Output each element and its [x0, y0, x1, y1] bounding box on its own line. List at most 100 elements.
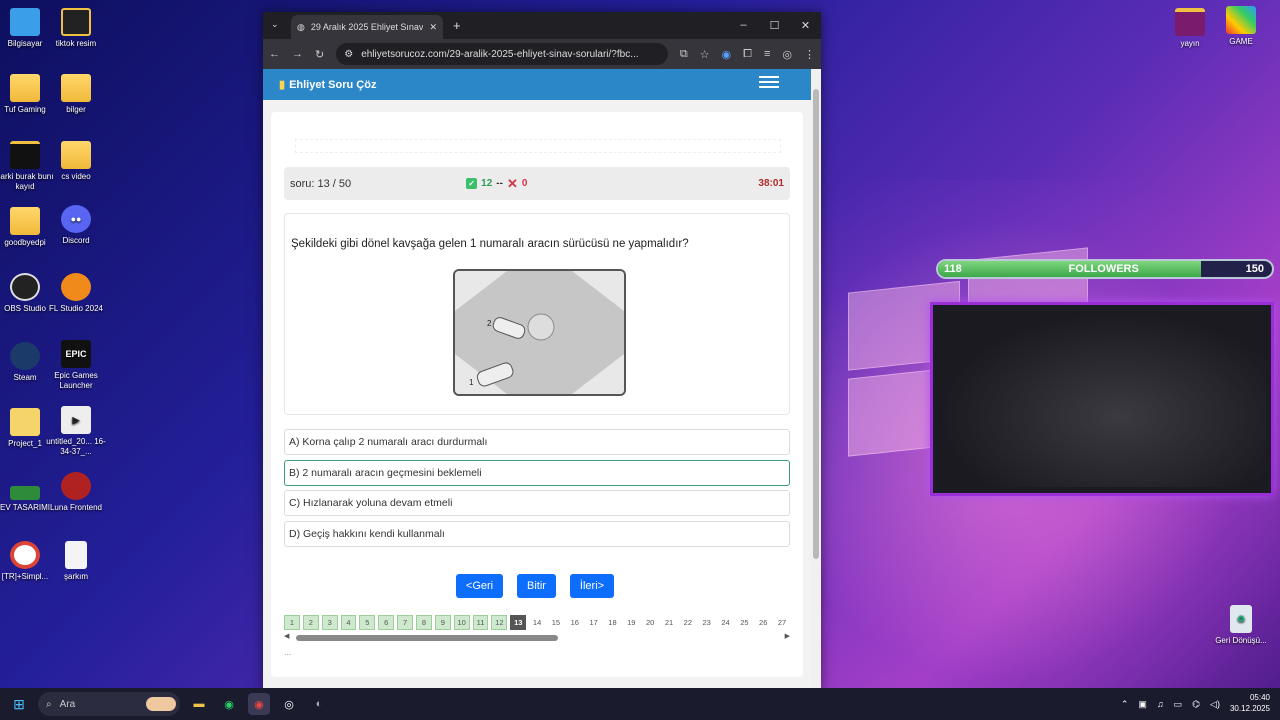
tray-app-icon[interactable]: ▣: [1138, 699, 1147, 710]
pager-scroll-thumb[interactable]: [296, 635, 558, 641]
page-number-button[interactable]: 2: [302, 615, 319, 630]
page-number-button[interactable]: 15: [548, 615, 564, 630]
epic-games-icon: EPIC: [61, 340, 91, 368]
page-number-button[interactable]: 20: [642, 615, 658, 630]
page-number-button[interactable]: 14: [529, 615, 545, 630]
back-arrow-icon[interactable]: ←: [269, 48, 280, 60]
start-windows-icon[interactable]: ⊞: [8, 693, 30, 715]
page-number-button[interactable]: 6: [378, 615, 395, 630]
recycle-bin-icon: ♻: [1230, 605, 1252, 633]
page-number-button[interactable]: 1: [284, 615, 300, 630]
answer-option[interactable]: A) Korna çalıp 2 numaralı aracı durdurma…: [284, 429, 790, 455]
chrome-taskbar-icon[interactable]: ◉: [248, 693, 270, 715]
page-number-button[interactable]: 19: [623, 615, 639, 630]
scroll-right-icon[interactable]: ▶: [785, 632, 790, 640]
page-number-button[interactable]: 11: [472, 615, 489, 630]
page-number-button[interactable]: 27: [774, 615, 790, 630]
scroll-left-icon[interactable]: ◀: [284, 632, 289, 640]
desktop-icon-luna[interactable]: Luna Frontend: [43, 472, 109, 513]
page-number-button[interactable]: 9: [434, 615, 451, 630]
microphone-icon[interactable]: ♫: [1157, 699, 1164, 709]
folder-icon: [61, 74, 91, 102]
tab-list-chevron-icon[interactable]: ⌄: [271, 19, 279, 30]
clock[interactable]: 05:40 30.12.2025: [1230, 693, 1270, 715]
hamburger-menu-icon[interactable]: [759, 73, 779, 91]
read-aloud-icon[interactable]: ◉: [722, 48, 732, 61]
car-2-label: 2: [487, 319, 492, 328]
browser-tab[interactable]: ◍ 29 Aralık 2025 Ehliyet Sınav Sor ✕: [291, 15, 443, 39]
page-number-button[interactable]: 25: [736, 615, 752, 630]
desktop-icon-fl-studio[interactable]: FL Studio 2024: [43, 273, 109, 314]
page-number-button[interactable]: 8: [416, 615, 432, 630]
next-button[interactable]: İleri>: [570, 574, 614, 598]
desktop-icon-recycle-bin[interactable]: ♻ Geri Dönüşü...: [1208, 605, 1274, 646]
profile-icon[interactable]: ◎: [782, 48, 792, 61]
address-bar[interactable]: ⚙ ehliyetsorucoz.com/29-aralik-2025-ehli…: [336, 43, 668, 65]
page-number-button[interactable]: 22: [680, 615, 696, 630]
url-text: ehliyetsorucoz.com/29-aralik-2025-ehliye…: [361, 48, 639, 60]
network-icon[interactable]: ⌬: [1192, 699, 1200, 710]
answer-option[interactable]: C) Hızlanarak yoluna devam etmeli: [284, 490, 790, 516]
desktop-icon-bilger[interactable]: bilger: [43, 74, 109, 115]
page-number-button[interactable]: 21: [661, 615, 677, 630]
taskbar-search[interactable]: ⌕ Ara: [38, 692, 180, 716]
desktop-icon-cs-video[interactable]: cs video: [43, 141, 109, 182]
finish-button[interactable]: Bitir: [517, 574, 556, 598]
question-pager: 1 2 3 4 5 6 7 8 9 10 11 12 13 14 15 16 17 18 19 20 21 22 23 24 2…: [284, 615, 790, 630]
answer-option[interactable]: D) Geçiş hakkını kendi kullanmalı: [284, 520, 790, 547]
obs-taskbar-icon[interactable]: ◎: [278, 693, 300, 715]
page-number-button[interactable]: 12: [491, 615, 508, 630]
page-scroll-thumb[interactable]: [813, 89, 819, 559]
page-scrollbar[interactable]: [811, 69, 821, 690]
page-number-button[interactable]: 3: [321, 615, 338, 630]
roundabout-svg: 2 1: [455, 271, 624, 394]
extensions-puzzle-icon[interactable]: ⧠: [743, 48, 752, 61]
page-number-button[interactable]: 7: [397, 615, 414, 630]
site-header: ▮ Ehliyet Soru Çöz: [263, 69, 811, 100]
display-icon[interactable]: ▭: [1174, 699, 1183, 710]
desktop-icon-discord[interactable]: ●● Discord: [43, 205, 109, 246]
page-number-button[interactable]: 13: [510, 615, 527, 630]
volume-icon[interactable]: ◁): [1210, 699, 1220, 710]
page-number-button[interactable]: 5: [359, 615, 376, 630]
desktop-icon-game[interactable]: GAME: [1208, 6, 1274, 47]
pager-scrollbar[interactable]: ◀ ▶: [284, 632, 790, 642]
page-number-button[interactable]: 17: [586, 615, 602, 630]
bookmark-star-icon[interactable]: ☆: [700, 48, 710, 61]
score: ✓ 12 -- ✕ 0: [466, 176, 527, 192]
folder-icon: [61, 8, 91, 36]
steam-taskbar-icon[interactable]: ◐: [308, 693, 330, 715]
page-number-button[interactable]: 26: [755, 615, 771, 630]
file-explorer-icon[interactable]: ▬: [188, 693, 210, 715]
tab-search-icon[interactable]: ≡: [764, 48, 770, 60]
page-number-button[interactable]: 23: [699, 615, 715, 630]
system-tray: ⌃ ▣ ♫ ▭ ⌬ ◁) 05:40 30.12.2025: [1121, 693, 1280, 715]
page-number-button[interactable]: 18: [605, 615, 621, 630]
game-folder-icon: [1226, 6, 1256, 34]
tab-close-icon[interactable]: ✕: [429, 22, 437, 33]
minimize-icon[interactable]: –: [728, 19, 759, 32]
page-number-button[interactable]: 4: [340, 615, 357, 630]
answer-option[interactable]: B) 2 numaralı aracın geçmesini beklemeli: [284, 459, 790, 486]
page-number-button[interactable]: 24: [718, 615, 734, 630]
close-window-icon[interactable]: ✕: [790, 19, 821, 32]
new-tab-plus-icon[interactable]: +: [453, 18, 461, 33]
reload-icon[interactable]: ↻: [315, 48, 324, 61]
page-number-button[interactable]: 10: [453, 615, 470, 630]
desktop-icon-epic[interactable]: EPIC Epic Games Launcher: [43, 340, 109, 390]
site-info-icon[interactable]: ⚙: [344, 49, 353, 60]
page-number-button[interactable]: 16: [567, 615, 583, 630]
whatsapp-icon[interactable]: ◉: [218, 693, 240, 715]
tray-chevron-icon[interactable]: ⌃: [1121, 699, 1129, 710]
desktop-icon-sarkim[interactable]: şarkım: [43, 541, 109, 582]
more-menu-icon[interactable]: ⋮: [804, 48, 815, 61]
back-button[interactable]: <Geri: [456, 574, 503, 598]
site-brand[interactable]: Ehliyet Soru Çöz: [289, 79, 376, 91]
forward-arrow-icon[interactable]: →: [292, 48, 303, 60]
install-app-icon[interactable]: ⧉: [680, 48, 688, 61]
desktop-icon-tiktok-resim[interactable]: tiktok resim: [43, 8, 109, 49]
desktop-icon-untitled-video[interactable]: ▶ untitled_20... 16-34-37_...: [43, 406, 109, 456]
timer: 38:01: [758, 178, 784, 189]
maximize-icon[interactable]: ☐: [759, 19, 790, 32]
pager-ellipsis: ...: [284, 647, 292, 657]
